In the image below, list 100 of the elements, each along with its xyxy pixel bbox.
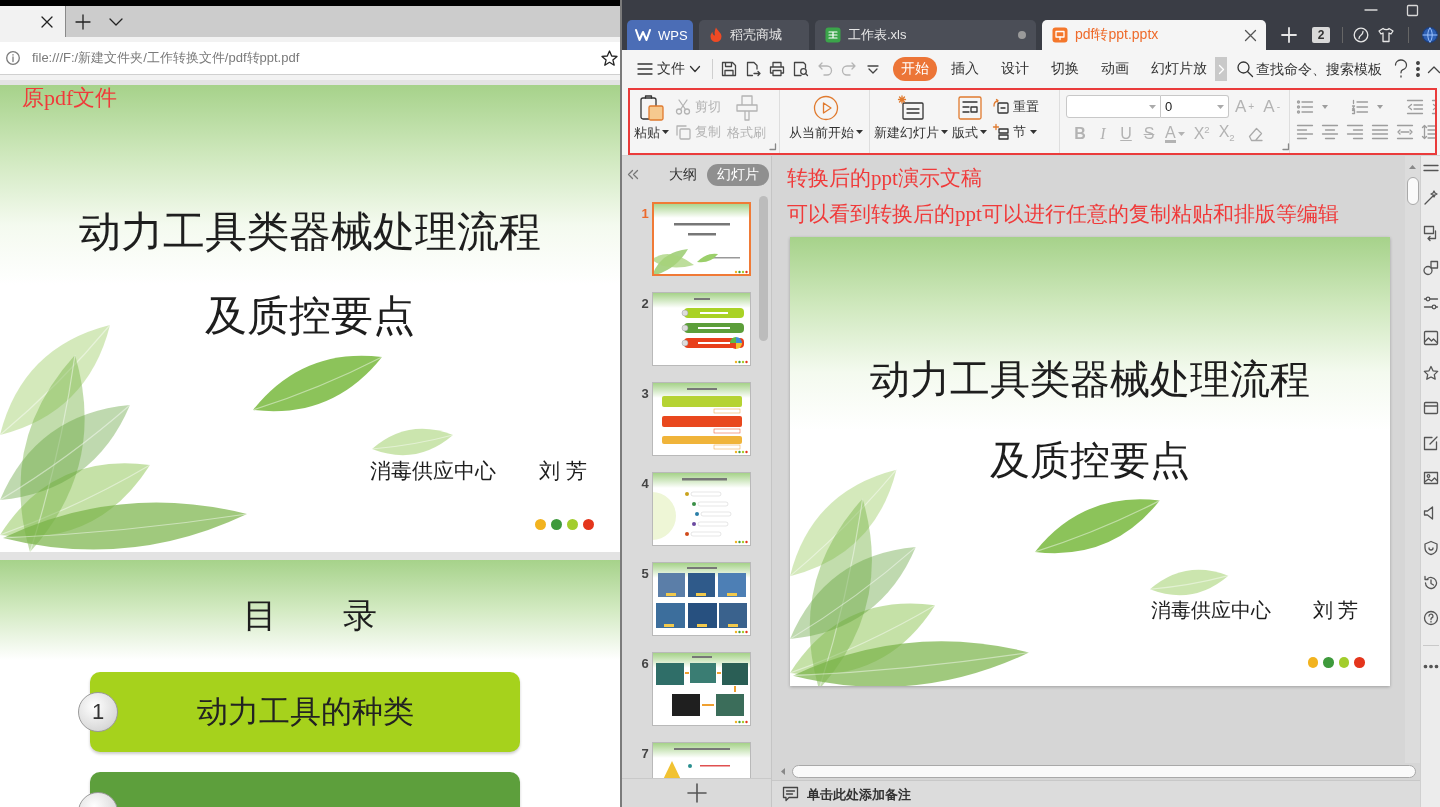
menu-tab[interactable]: 切换 xyxy=(1043,57,1087,81)
image-icon[interactable] xyxy=(1422,470,1439,486)
slide-number: 5 xyxy=(640,567,650,581)
menu-lines-icon[interactable] xyxy=(1423,165,1438,171)
font-size-field[interactable]: 0 xyxy=(1161,95,1229,118)
edit-icon[interactable] xyxy=(1422,435,1439,451)
chevron-up-icon[interactable] xyxy=(1428,65,1440,73)
shield-icon[interactable] xyxy=(1422,540,1439,556)
contents-item-text: 动力工具的种类 xyxy=(196,693,414,731)
shapes-icon[interactable] xyxy=(1422,260,1439,276)
scroll-up-icon[interactable] xyxy=(1409,165,1416,169)
info-icon xyxy=(6,51,20,65)
magic-wand-icon[interactable] xyxy=(1422,190,1439,206)
star-icon[interactable] xyxy=(1422,365,1439,381)
document-tab[interactable]: WPS xyxy=(627,20,693,50)
clipboard-icon xyxy=(638,95,665,121)
menu-icon xyxy=(638,63,652,75)
caret-icon xyxy=(1149,104,1156,109)
app-logo-icon xyxy=(635,29,651,41)
author-name: 刘 芳 xyxy=(539,459,587,484)
slide-number: 2 xyxy=(640,297,650,311)
slide-title: 动力工具类器械处理流程 xyxy=(870,355,1310,404)
paste-button[interactable]: 粘贴 xyxy=(632,90,671,150)
reset-icon xyxy=(993,98,1009,115)
print-icon[interactable] xyxy=(769,61,785,77)
sliders-icon[interactable] xyxy=(1422,295,1439,311)
save-icon[interactable] xyxy=(721,61,737,77)
help-icon[interactable] xyxy=(1422,610,1439,626)
file-menu-button[interactable]: 文件 xyxy=(638,56,700,82)
organization-text: 消毒供应中心 xyxy=(370,459,497,484)
search-field[interactable]: 查找命令、搜索模板 xyxy=(1256,58,1386,80)
address-field[interactable]: file:///F:/新建文件夹/工作转换文件/pdf转ppt.pdf xyxy=(0,42,620,75)
slide-number: 7 xyxy=(640,747,650,761)
notes-icon xyxy=(783,787,798,801)
font-name-field[interactable] xyxy=(1066,95,1161,118)
section-icon xyxy=(993,123,1009,140)
scroll-thumb[interactable] xyxy=(759,196,768,341)
layout-button[interactable]: 版式 xyxy=(950,90,989,150)
document-tab[interactable]: 稻壳商城 xyxy=(699,20,809,50)
play-from-current-button[interactable]: 从当前开始 xyxy=(786,90,865,150)
annotation-text: 转换后的ppt演示文稿 xyxy=(787,165,982,192)
reset-button[interactable]: 重置 xyxy=(989,94,1043,119)
spreadsheet-icon xyxy=(825,27,841,43)
slide-thumbnail[interactable] xyxy=(652,472,751,546)
chevron-down-icon[interactable] xyxy=(108,17,123,26)
new-slide-button[interactable]: 新建幻灯片 xyxy=(872,90,950,150)
contents-heading: 目 录 xyxy=(243,594,377,636)
play-icon xyxy=(812,95,839,121)
slide-thumbnail[interactable] xyxy=(652,382,751,456)
transfer-icon[interactable] xyxy=(1422,225,1439,241)
search-icon xyxy=(1237,61,1253,77)
number-badge: 1 xyxy=(78,692,118,732)
menu-tab[interactable]: 动画 xyxy=(1093,57,1137,81)
slide-number: 4 xyxy=(640,477,650,491)
help-icon[interactable] xyxy=(1394,60,1408,78)
window-count-badge[interactable]: 2 xyxy=(1312,27,1330,43)
more-icon[interactable] xyxy=(1416,61,1420,77)
plus-icon[interactable] xyxy=(75,14,90,29)
organization-text: 消毒供应中心 xyxy=(1150,599,1271,624)
slide-title: 及质控要点 xyxy=(205,290,415,341)
scroll-thumb[interactable] xyxy=(1406,177,1419,205)
menu-tab[interactable]: 幻灯片放 xyxy=(1143,57,1215,81)
more-icon[interactable] xyxy=(1423,665,1438,668)
close-icon[interactable] xyxy=(41,15,53,28)
annotation-text: 原pdf文件 xyxy=(22,85,118,112)
history-icon[interactable] xyxy=(1422,575,1439,591)
slide-thumbnail[interactable] xyxy=(652,202,751,276)
slide-number: 1 xyxy=(640,207,650,221)
chevron-down-icon xyxy=(690,66,700,72)
menu-tab[interactable]: 设计 xyxy=(993,57,1037,81)
slide-thumbnail[interactable] xyxy=(652,562,751,636)
slide-thumbnail[interactable] xyxy=(652,652,751,726)
star-icon[interactable] xyxy=(601,49,618,67)
caret-icon xyxy=(1322,105,1328,109)
ring-icon[interactable] xyxy=(1353,27,1369,43)
section-button[interactable]: 节 xyxy=(989,119,1043,144)
paint-brush-icon xyxy=(733,95,760,121)
window-icon[interactable] xyxy=(1422,400,1439,416)
horizontal-scrollbar[interactable] xyxy=(792,765,1416,778)
globe-icon[interactable] xyxy=(1422,27,1438,43)
dialog-launcher-icon[interactable] xyxy=(1283,144,1290,150)
slide-thumbnail[interactable] xyxy=(652,292,751,366)
menu-tab[interactable]: 插入 xyxy=(943,57,987,81)
maximize-icon[interactable] xyxy=(1407,4,1418,16)
collapse-icon[interactable] xyxy=(628,170,638,179)
shirt-icon[interactable] xyxy=(1378,27,1394,43)
document-tab[interactable]: 工作表.xls xyxy=(815,20,1036,50)
picture-frame-icon[interactable] xyxy=(1422,330,1439,346)
caret-icon xyxy=(1177,131,1185,136)
export-icon[interactable] xyxy=(745,61,761,77)
print-preview-icon[interactable] xyxy=(793,61,809,77)
view-tab[interactable]: 大纲 xyxy=(659,163,707,186)
scissors-icon xyxy=(675,98,691,115)
close-icon[interactable] xyxy=(1245,29,1256,41)
author-name: 刘 芳 xyxy=(1312,599,1359,624)
dialog-launcher-icon[interactable] xyxy=(770,144,776,150)
notes-field[interactable]: 单击此处添加备注 xyxy=(807,784,1007,804)
vertical-scrollbar[interactable] xyxy=(1405,156,1420,763)
slide-number: 6 xyxy=(640,657,650,671)
flame-icon xyxy=(709,27,723,43)
